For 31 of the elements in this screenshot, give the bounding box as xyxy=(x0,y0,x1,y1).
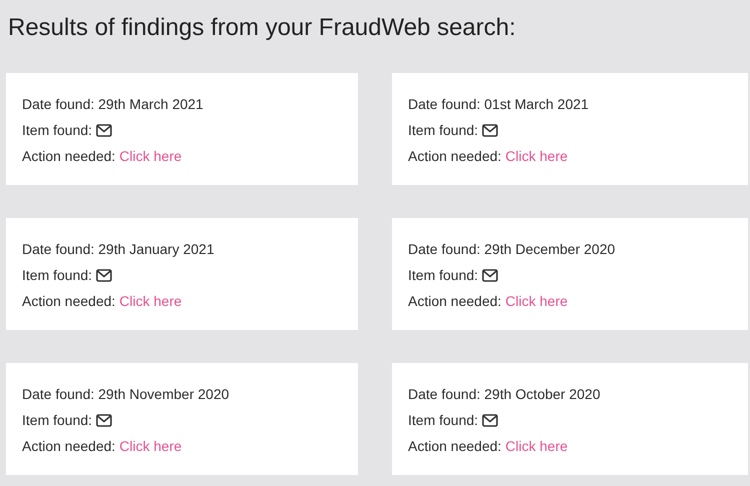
click-here-link[interactable]: Click here xyxy=(505,143,568,169)
item-found-label: Item found: xyxy=(408,266,478,285)
action-needed-label: Action needed: xyxy=(22,147,116,166)
item-found-label: Item found: xyxy=(22,266,92,285)
date-found-text: Date found: 29th December 2020 xyxy=(408,240,616,259)
item-found-label: Item found: xyxy=(408,411,478,430)
action-needed-label: Action needed: xyxy=(408,147,502,166)
action-needed-label: Action needed: xyxy=(408,437,502,456)
item-found-label: Item found: xyxy=(22,411,92,430)
envelope-icon xyxy=(482,124,498,136)
item-found-label: Item found: xyxy=(22,121,92,140)
envelope-icon xyxy=(482,414,498,426)
click-here-link[interactable]: Click here xyxy=(119,288,182,314)
date-found-text: Date found: 01st March 2021 xyxy=(408,95,589,114)
click-here-link[interactable]: Click here xyxy=(505,433,568,459)
date-found-text: Date found: 29th January 2021 xyxy=(22,240,214,259)
envelope-icon xyxy=(96,124,112,136)
envelope-icon xyxy=(96,268,112,282)
item-found-label: Item found: xyxy=(408,121,478,140)
envelope-icon xyxy=(96,414,112,426)
click-here-link[interactable]: Click here xyxy=(119,143,182,169)
click-here-link[interactable]: Click here xyxy=(119,433,182,459)
envelope-icon xyxy=(482,268,498,282)
action-needed-label: Action needed: xyxy=(22,437,116,456)
date-found-text: Date found: 29th March 2021 xyxy=(22,95,204,114)
action-needed-label: Action needed: xyxy=(408,292,502,311)
date-found-text: Date found: 29th October 2020 xyxy=(408,385,600,404)
action-needed-label: Action needed: xyxy=(22,292,116,311)
page-heading: Results of findings from your FraudWeb search: xyxy=(8,13,517,43)
click-here-link[interactable]: Click here xyxy=(505,288,568,314)
date-found-text: Date found: 29th November 2020 xyxy=(22,385,230,404)
